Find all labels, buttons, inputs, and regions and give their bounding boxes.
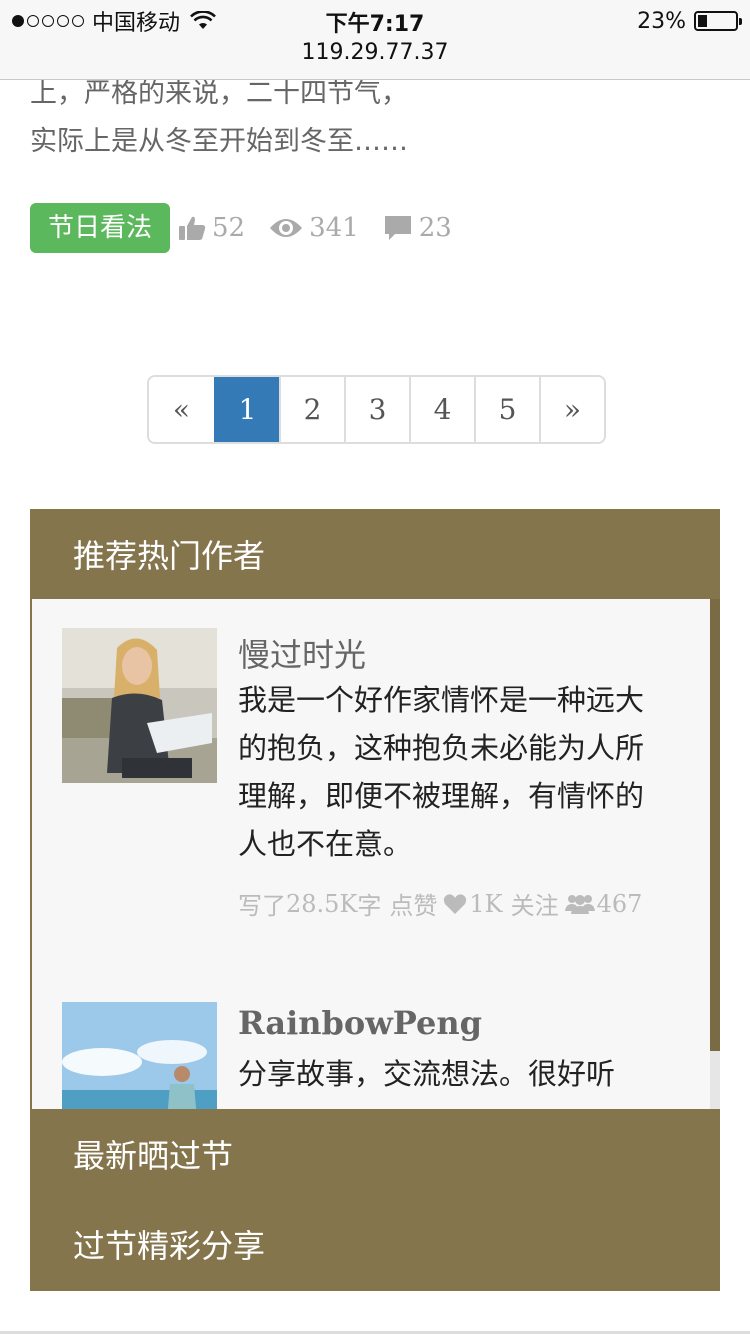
category-tag[interactable]: 节日看法	[30, 203, 171, 253]
page-next-button[interactable]: »	[539, 377, 604, 442]
panel-title: 推荐热门作者	[73, 537, 266, 575]
address-url[interactable]: 119.29.77.37	[0, 40, 750, 65]
menu-item-latest[interactable]: 最新晒过节	[73, 1131, 233, 1177]
follower-count: 467	[596, 889, 643, 918]
words-written: 28.5K	[286, 889, 358, 918]
article-meta: 节日看法 52 341 23	[30, 203, 476, 253]
author-likes: 1K	[469, 889, 503, 918]
menu-item-highlights[interactable]: 过节精彩分享	[73, 1221, 265, 1267]
scrollbar-thumb[interactable]	[710, 599, 720, 1051]
author-name[interactable]: 慢过时光	[238, 630, 366, 676]
page-4-button[interactable]: 4	[409, 377, 474, 442]
author-stats: 写了 28.5K 字 点赞 1K 关注 467	[238, 889, 643, 921]
battery-icon	[694, 11, 742, 31]
page-prev-button[interactable]: «	[149, 377, 214, 442]
author-avatar[interactable]	[62, 628, 217, 783]
pagination: « 1 2 3 4 5 »	[147, 375, 606, 444]
views-count: 341	[309, 213, 359, 243]
eye-icon	[270, 219, 303, 237]
status-bar: 中国移动 下午7:17 119.29.77.37 23%	[0, 0, 750, 80]
hot-authors-list[interactable]: 慢过时光 我是一个好作家情怀是一种远大的抱负，这种抱负未必能为人所理解，即便不被…	[30, 599, 720, 1119]
article-excerpt: 上，严格的来说，二十四节气， 实际上是从冬至开始到冬至……	[30, 70, 670, 166]
battery-percent: 23%	[637, 8, 686, 34]
author-card[interactable]: RainbowPeng 分享故事，交流想法。很好听	[62, 1002, 662, 1119]
battery-area: 23%	[637, 6, 742, 36]
excerpt-line: 实际上是从冬至开始到冬至……	[30, 126, 408, 157]
comments-count: 23	[418, 213, 452, 243]
page-5-button[interactable]: 5	[474, 377, 539, 442]
author-name[interactable]: RainbowPeng	[238, 1004, 482, 1042]
page-2-button[interactable]: 2	[279, 377, 344, 442]
likes-stat[interactable]: 52	[178, 213, 245, 243]
page-1-button[interactable]: 1	[214, 377, 279, 442]
page-3-button[interactable]: 3	[344, 377, 409, 442]
author-description: 分享故事，交流想法。很好听	[238, 1057, 616, 1091]
users-icon	[564, 894, 595, 914]
thumbs-up-icon	[179, 216, 206, 240]
bottom-menu: 最新晒过节 过节精彩分享	[30, 1109, 720, 1291]
likes-count: 52	[212, 213, 246, 243]
views-stat: 341	[269, 213, 359, 243]
hot-authors-header: 推荐热门作者	[30, 509, 720, 599]
author-card[interactable]: 慢过时光 我是一个好作家情怀是一种远大的抱负，这种抱负未必能为人所理解，即便不被…	[62, 628, 662, 928]
author-description: 我是一个好作家情怀是一种远大的抱负，这种抱负未必能为人所理解，即便不被理解，有情…	[238, 683, 645, 861]
heart-icon	[444, 893, 467, 914]
author-avatar[interactable]	[62, 1002, 217, 1119]
comments-stat[interactable]: 23	[383, 213, 452, 243]
comment-icon	[384, 216, 411, 240]
